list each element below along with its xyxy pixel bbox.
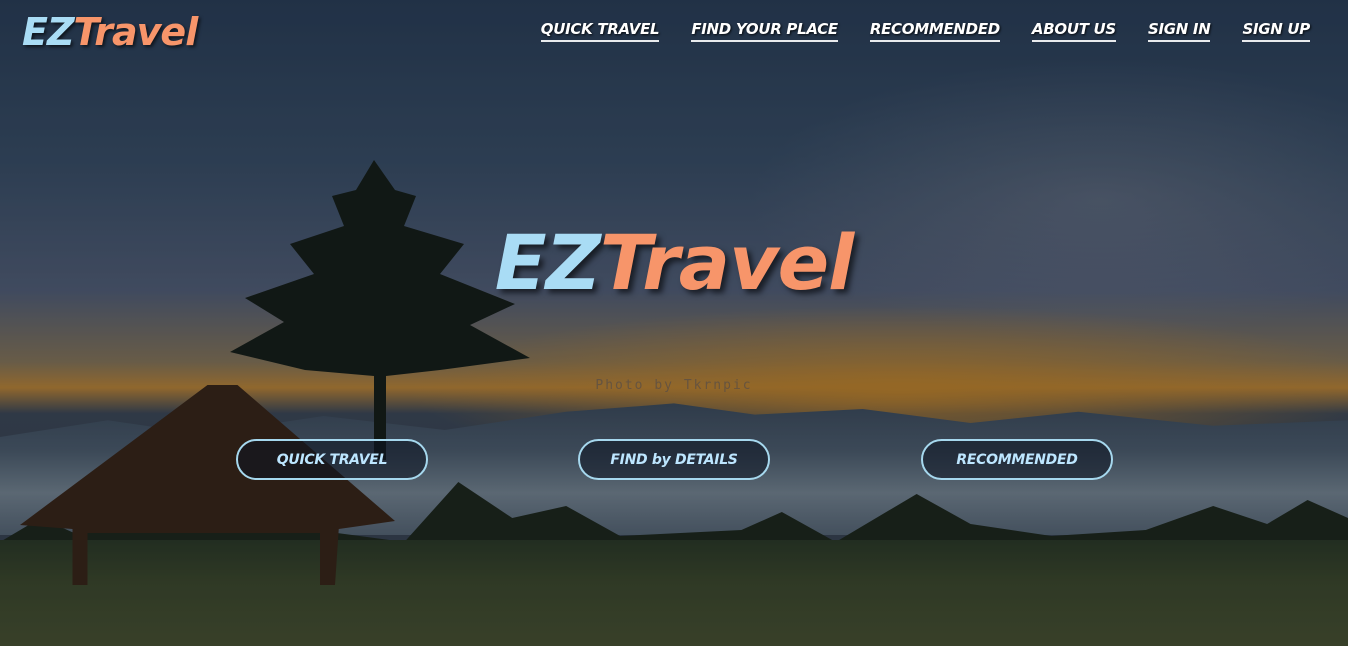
logo-travel-text: Travel [73, 10, 199, 54]
find-by-details-button[interactable]: FIND by DETAILS [578, 439, 770, 480]
nav-quick-travel[interactable]: QUICK TRAVEL [540, 20, 660, 42]
photo-credit: Photo by Tkrnpic [595, 378, 753, 393]
nav-sign-in[interactable]: SIGN IN [1147, 20, 1211, 42]
nav-find-your-place[interactable]: FIND YOUR PLACE [691, 20, 838, 42]
nav-sign-up[interactable]: SIGN UP [1242, 20, 1310, 42]
nav-logo[interactable]: EZTravel [22, 10, 199, 54]
quick-travel-button[interactable]: QUICK TRAVEL [236, 439, 428, 480]
nav-about-us[interactable]: ABOUT US [1031, 20, 1116, 42]
hero-title-travel: Travel [599, 218, 854, 307]
dark-overlay [0, 0, 1348, 646]
hero-background [0, 0, 1348, 646]
recommended-button[interactable]: RECOMMENDED [921, 439, 1113, 480]
hero-title: EZTravel [0, 218, 1348, 308]
top-navigation: QUICK TRAVEL FIND YOUR PLACE RECOMMENDED… [540, 20, 1310, 42]
nav-recommended[interactable]: RECOMMENDED [869, 20, 1000, 42]
hero-title-ez: EZ [494, 218, 601, 307]
logo-ez-text: EZ [22, 10, 75, 54]
